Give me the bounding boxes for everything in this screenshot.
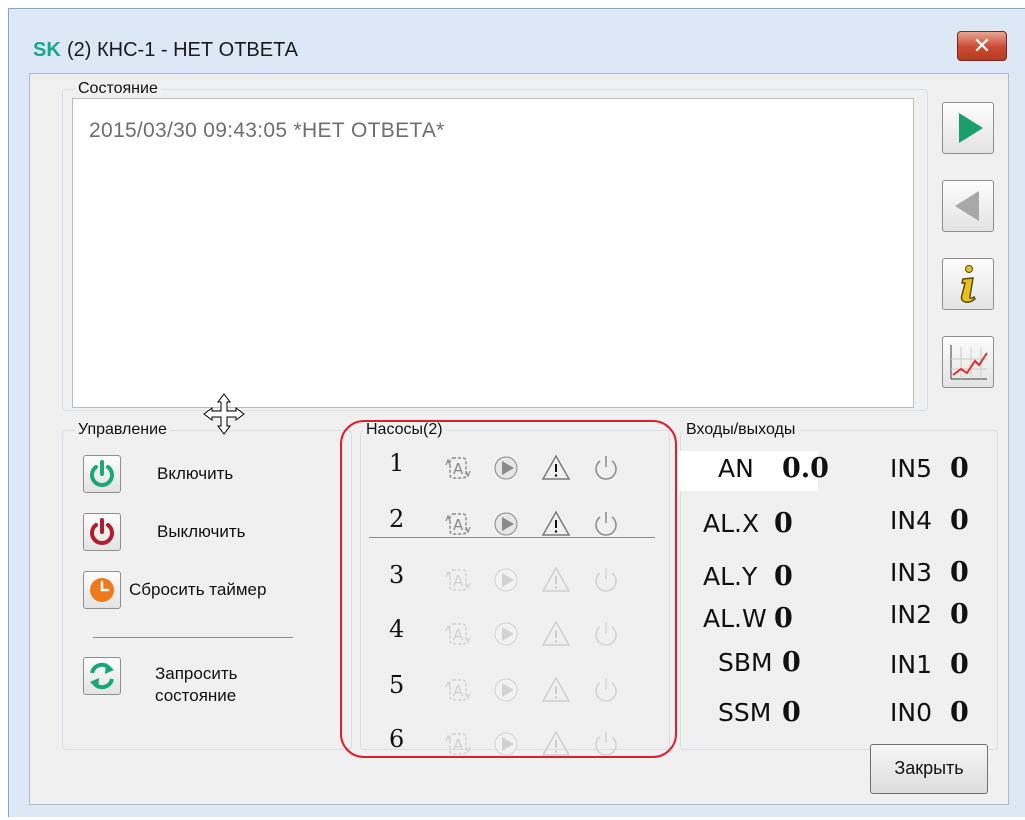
dialog-window: SK (2) КНС-1 - НЕТ ОТВЕТА ✕ Состояние 20… <box>8 8 1025 817</box>
status-log[interactable]: 2015/03/30 09:43:05 *НЕТ ОТВЕТА* <box>72 98 914 408</box>
timer-icon <box>90 578 114 602</box>
refresh-icon <box>90 662 114 690</box>
reset-timer-button[interactable] <box>83 571 121 609</box>
play-right-icon <box>959 113 983 143</box>
io-value: 0 <box>774 603 793 634</box>
io-label: IN3 <box>890 558 932 587</box>
io-value: 0 <box>950 649 969 680</box>
request-status-label-1: Запросить <box>155 664 238 683</box>
io-label: AN <box>718 454 754 483</box>
window-close-button[interactable]: ✕ <box>957 31 1007 61</box>
io-label: SBM <box>718 648 773 677</box>
title-bar: SK (2) КНС-1 - НЕТ ОТВЕТА ✕ <box>9 9 1025 73</box>
io-group-label: Входы/выходы <box>683 420 799 440</box>
info-button[interactable] <box>942 258 994 310</box>
reset-timer-label: Сбросить таймер <box>129 580 267 599</box>
power-off-label: Выключить <box>157 522 246 541</box>
io-label: AL.X <box>703 509 760 538</box>
client-area: Состояние 2015/03/30 09:43:05 *НЕТ ОТВЕТ… <box>29 73 1009 805</box>
control-group: Управление Включить Выключить Сбросить т… <box>62 420 352 750</box>
io-value: 0 <box>774 561 793 592</box>
io-label: IN2 <box>890 600 932 629</box>
io-label: AL.Y <box>703 562 758 591</box>
request-status-button[interactable] <box>83 657 121 695</box>
io-label: IN1 <box>890 650 932 679</box>
window-title: (2) КНС-1 - НЕТ ОТВЕТА <box>67 39 298 61</box>
control-divider <box>93 637 293 638</box>
io-label: IN5 <box>890 454 932 483</box>
io-value: 0 <box>950 599 969 630</box>
status-message: 2015/03/30 09:43:05 *НЕТ ОТВЕТА* <box>89 119 445 142</box>
io-value: 0 <box>774 508 793 539</box>
io-value: 0 <box>950 453 969 484</box>
io-label: AL.W <box>703 604 767 633</box>
request-status-label-2: состояние <box>155 686 237 705</box>
io-label: IN0 <box>890 698 932 727</box>
chart-icon <box>950 345 988 380</box>
io-label: SSM <box>718 698 772 727</box>
control-group-label: Управление <box>75 420 170 440</box>
io-value: 0 <box>782 697 801 728</box>
status-group-label: Состояние <box>75 79 161 99</box>
close-button[interactable]: Закрыть <box>870 744 988 794</box>
io-value: 0 <box>950 557 969 588</box>
power-on-icon <box>90 460 114 487</box>
pumps-highlight <box>340 420 677 758</box>
play-left-icon <box>955 191 979 221</box>
power-off-icon <box>90 518 114 545</box>
io-label: IN4 <box>890 506 932 535</box>
info-icon <box>960 265 976 303</box>
chart-button[interactable] <box>942 336 994 388</box>
io-value: 0 <box>950 697 969 728</box>
io-value: 0.0 <box>782 453 829 484</box>
io-value: 0 <box>782 647 801 678</box>
io-value: 0 <box>950 505 969 536</box>
back-button[interactable] <box>942 180 994 232</box>
move-cursor-icon <box>203 393 245 435</box>
app-logo: SK <box>33 39 61 61</box>
power-on-button[interactable] <box>83 455 121 493</box>
power-on-label: Включить <box>157 464 234 483</box>
forward-button[interactable] <box>942 102 994 154</box>
power-off-button[interactable] <box>83 513 121 551</box>
